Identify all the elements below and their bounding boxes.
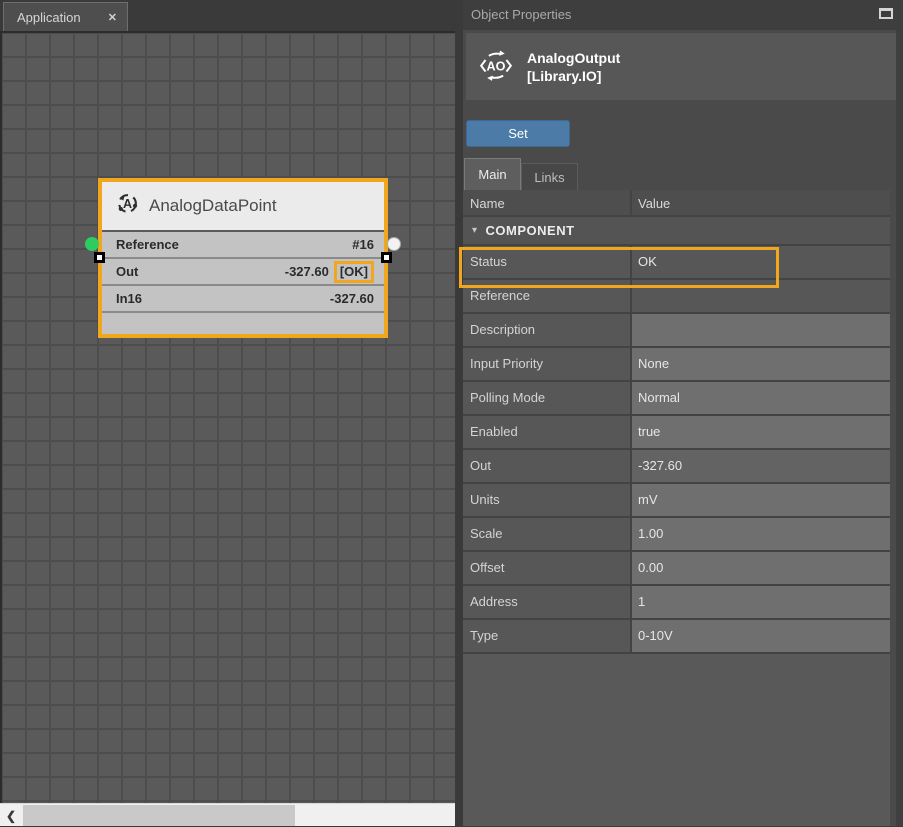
property-name: Description [463, 314, 632, 346]
block-header[interactable]: A AnalogDataPoint [102, 182, 384, 232]
column-header-name: Name [463, 190, 632, 215]
svg-text:A: A [123, 197, 132, 211]
block-title: AnalogDataPoint [149, 196, 277, 216]
property-row-units[interactable]: Units mV [463, 484, 890, 518]
group-row-component[interactable]: ▾ COMPONENT [463, 217, 890, 246]
property-row-polling-mode[interactable]: Polling Mode Normal [463, 382, 890, 416]
property-value[interactable] [632, 280, 890, 312]
slot-name: In16 [116, 291, 142, 306]
slot-name: Out [116, 264, 138, 279]
tab-links[interactable]: Links [521, 163, 578, 190]
resize-handle-right[interactable] [381, 252, 392, 263]
property-value[interactable]: 1 [632, 586, 890, 618]
properties-tabs: Main Links [463, 158, 903, 190]
analog-data-point-block[interactable]: A AnalogDataPoint Reference #16 Out -327… [98, 178, 388, 338]
property-name: Out [463, 450, 632, 482]
panel-titlebar: Object Properties [463, 0, 903, 30]
wiresheet-pane: Application ✕ A AnalogDataPoint Re [0, 0, 455, 826]
tab-label: Application [17, 10, 81, 25]
property-name: Address [463, 586, 632, 618]
property-name: Polling Mode [463, 382, 632, 414]
property-value[interactable]: OK [632, 246, 890, 278]
property-row-out[interactable]: Out -327.60 [463, 450, 890, 484]
analog-output-icon: AO [477, 49, 515, 85]
property-name: Enabled [463, 416, 632, 448]
selected-object-card: AO AnalogOutput [Library.IO] [466, 33, 896, 100]
scroll-left-arrow-icon[interactable]: ❮ [0, 804, 22, 827]
property-value[interactable]: 0.00 [632, 552, 890, 584]
property-row-enabled[interactable]: Enabled true [463, 416, 890, 450]
property-value[interactable]: 0-10V [632, 620, 890, 652]
property-value[interactable]: mV [632, 484, 890, 516]
scrollbar-thumb[interactable] [23, 805, 295, 826]
property-value[interactable] [632, 314, 890, 346]
property-row-offset[interactable]: Offset 0.00 [463, 552, 890, 586]
property-value[interactable]: true [632, 416, 890, 448]
object-type-name: AnalogOutput [527, 49, 620, 67]
property-value[interactable]: -327.60 [632, 450, 890, 482]
property-row-address[interactable]: Address 1 [463, 586, 890, 620]
wiresheet-canvas[interactable]: A AnalogDataPoint Reference #16 Out -327… [0, 33, 455, 803]
object-library: [Library.IO] [527, 67, 620, 85]
slot-value: -327.60 [285, 264, 329, 279]
property-row-type[interactable]: Type 0-10V [463, 620, 890, 654]
horizontal-scrollbar[interactable]: ❮ [0, 803, 455, 826]
property-row-status[interactable]: Status OK [463, 246, 890, 280]
analog-point-icon: A [116, 192, 139, 220]
close-icon[interactable]: ✕ [108, 11, 117, 24]
slot-name: Reference [116, 237, 179, 252]
property-row-description[interactable]: Description [463, 314, 890, 348]
property-name: Units [463, 484, 632, 516]
property-name: Offset [463, 552, 632, 584]
slot-value: #16 [352, 237, 374, 252]
block-row-in16[interactable]: In16 -327.60 [102, 286, 384, 313]
document-tab-bar: Application ✕ [0, 0, 455, 33]
property-name: Status [463, 246, 632, 278]
block-row-out[interactable]: Out -327.60 [OK] [102, 259, 384, 286]
collapse-triangle-icon[interactable]: ▾ [472, 225, 478, 236]
block-footer [102, 313, 384, 325]
output-port-dot[interactable] [387, 237, 401, 251]
property-row-input-priority[interactable]: Input Priority None [463, 348, 890, 382]
object-properties-panel: Object Properties AO AnalogOutput [Libra… [463, 0, 903, 826]
set-button[interactable]: Set [466, 120, 570, 147]
property-value[interactable]: Normal [632, 382, 890, 414]
status-badge: [OK] [334, 261, 374, 283]
property-name: Reference [463, 280, 632, 312]
table-header: Name Value [463, 190, 890, 217]
panel-title: Object Properties [471, 7, 571, 22]
panel-right-gutter [896, 30, 903, 826]
property-row-reference[interactable]: Reference [463, 280, 890, 314]
column-header-value: Value [632, 190, 670, 215]
property-value[interactable]: 1.00 [632, 518, 890, 550]
property-value[interactable]: None [632, 348, 890, 380]
property-row-scale[interactable]: Scale 1.00 [463, 518, 890, 552]
property-table: Name Value ▾ COMPONENT Status OK Referen… [463, 190, 890, 826]
group-label: COMPONENT [486, 223, 575, 238]
svg-text:AO: AO [487, 59, 506, 73]
resize-handle-left[interactable] [94, 252, 105, 263]
input-port-dot[interactable] [85, 237, 99, 251]
block-row-reference[interactable]: Reference #16 [102, 232, 384, 259]
tab-main[interactable]: Main [464, 158, 521, 190]
minimize-panel-icon[interactable] [879, 8, 893, 19]
tab-application[interactable]: Application ✕ [3, 2, 128, 31]
slot-value: -327.60 [330, 291, 374, 306]
property-name: Input Priority [463, 348, 632, 380]
property-name: Type [463, 620, 632, 652]
property-name: Scale [463, 518, 632, 550]
